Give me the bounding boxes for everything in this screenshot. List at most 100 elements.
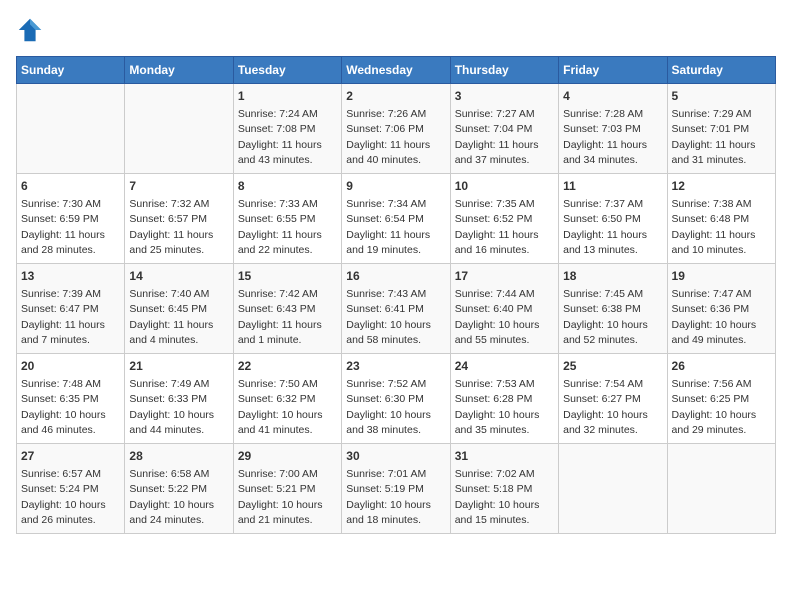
- calendar-cell: 5 Sunrise: 7:29 AMSunset: 7:01 PMDaylight…: [667, 84, 775, 174]
- cell-info: Sunrise: 7:40 AMSunset: 6:45 PMDaylight:…: [129, 288, 213, 346]
- day-number: 1: [238, 88, 337, 105]
- col-header-sunday: Sunday: [17, 57, 125, 84]
- cell-info: Sunrise: 7:39 AMSunset: 6:47 PMDaylight:…: [21, 288, 105, 346]
- calendar-cell: [667, 444, 775, 534]
- col-header-wednesday: Wednesday: [342, 57, 450, 84]
- day-number: 21: [129, 358, 228, 375]
- cell-info: Sunrise: 7:33 AMSunset: 6:55 PMDaylight:…: [238, 198, 322, 256]
- calendar-cell: 16 Sunrise: 7:43 AMSunset: 6:41 PMDayligh…: [342, 264, 450, 354]
- day-number: 16: [346, 268, 445, 285]
- cell-info: Sunrise: 7:56 AMSunset: 6:25 PMDaylight:…: [672, 378, 757, 436]
- day-number: 5: [672, 88, 771, 105]
- col-header-thursday: Thursday: [450, 57, 558, 84]
- calendar-cell: 28 Sunrise: 6:58 AMSunset: 5:22 PMDayligh…: [125, 444, 233, 534]
- calendar-cell: 21 Sunrise: 7:49 AMSunset: 6:33 PMDayligh…: [125, 354, 233, 444]
- cell-info: Sunrise: 7:34 AMSunset: 6:54 PMDaylight:…: [346, 198, 430, 256]
- calendar-cell: 6 Sunrise: 7:30 AMSunset: 6:59 PMDaylight…: [17, 174, 125, 264]
- cell-info: Sunrise: 7:38 AMSunset: 6:48 PMDaylight:…: [672, 198, 756, 256]
- day-number: 25: [563, 358, 662, 375]
- calendar-cell: 2 Sunrise: 7:26 AMSunset: 7:06 PMDaylight…: [342, 84, 450, 174]
- cell-info: Sunrise: 6:57 AMSunset: 5:24 PMDaylight:…: [21, 468, 106, 526]
- calendar-cell: 24Sunrise: 7:53 AMSunset: 6:28 PMDayligh…: [450, 354, 558, 444]
- cell-info: Sunrise: 7:37 AMSunset: 6:50 PMDaylight:…: [563, 198, 647, 256]
- cell-info: Sunrise: 7:48 AMSunset: 6:35 PMDaylight:…: [21, 378, 106, 436]
- day-number: 26: [672, 358, 771, 375]
- day-number: 29: [238, 448, 337, 465]
- day-number: 13: [21, 268, 120, 285]
- cell-info: Sunrise: 7:42 AMSunset: 6:43 PMDaylight:…: [238, 288, 322, 346]
- cell-info: Sunrise: 7:47 AMSunset: 6:36 PMDaylight:…: [672, 288, 757, 346]
- day-number: 2: [346, 88, 445, 105]
- day-number: 28: [129, 448, 228, 465]
- cell-info: Sunrise: 7:24 AMSunset: 7:08 PMDaylight:…: [238, 108, 322, 166]
- cell-info: Sunrise: 7:43 AMSunset: 6:41 PMDaylight:…: [346, 288, 431, 346]
- day-number: 10: [455, 178, 554, 195]
- calendar-cell: 11Sunrise: 7:37 AMSunset: 6:50 PMDayligh…: [559, 174, 667, 264]
- col-header-friday: Friday: [559, 57, 667, 84]
- calendar-cell: 19Sunrise: 7:47 AMSunset: 6:36 PMDayligh…: [667, 264, 775, 354]
- calendar-table: SundayMondayTuesdayWednesdayThursdayFrid…: [16, 56, 776, 534]
- calendar-cell: 8 Sunrise: 7:33 AMSunset: 6:55 PMDaylight…: [233, 174, 341, 264]
- col-header-tuesday: Tuesday: [233, 57, 341, 84]
- page-header: [16, 16, 776, 44]
- calendar-cell: 22 Sunrise: 7:50 AMSunset: 6:32 PMDayligh…: [233, 354, 341, 444]
- calendar-cell: 30 Sunrise: 7:01 AMSunset: 5:19 PMDayligh…: [342, 444, 450, 534]
- cell-info: Sunrise: 6:58 AMSunset: 5:22 PMDaylight:…: [129, 468, 214, 526]
- cell-info: Sunrise: 7:28 AMSunset: 7:03 PMDaylight:…: [563, 108, 647, 166]
- col-header-monday: Monday: [125, 57, 233, 84]
- day-number: 23: [346, 358, 445, 375]
- logo-icon: [16, 16, 44, 44]
- cell-info: Sunrise: 7:35 AMSunset: 6:52 PMDaylight:…: [455, 198, 539, 256]
- cell-info: Sunrise: 7:52 AMSunset: 6:30 PMDaylight:…: [346, 378, 431, 436]
- col-header-saturday: Saturday: [667, 57, 775, 84]
- cell-info: Sunrise: 7:29 AMSunset: 7:01 PMDaylight:…: [672, 108, 756, 166]
- calendar-cell: 7 Sunrise: 7:32 AMSunset: 6:57 PMDaylight…: [125, 174, 233, 264]
- cell-info: Sunrise: 7:01 AMSunset: 5:19 PMDaylight:…: [346, 468, 431, 526]
- cell-info: Sunrise: 7:27 AMSunset: 7:04 PMDaylight:…: [455, 108, 539, 166]
- calendar-cell: 9Sunrise: 7:34 AMSunset: 6:54 PMDaylight…: [342, 174, 450, 264]
- cell-info: Sunrise: 7:26 AMSunset: 7:06 PMDaylight:…: [346, 108, 430, 166]
- calendar-cell: 14 Sunrise: 7:40 AMSunset: 6:45 PMDayligh…: [125, 264, 233, 354]
- cell-info: Sunrise: 7:02 AMSunset: 5:18 PMDaylight:…: [455, 468, 540, 526]
- cell-info: Sunrise: 7:32 AMSunset: 6:57 PMDaylight:…: [129, 198, 213, 256]
- day-number: 12: [672, 178, 771, 195]
- day-number: 8: [238, 178, 337, 195]
- calendar-cell: 29 Sunrise: 7:00 AMSunset: 5:21 PMDayligh…: [233, 444, 341, 534]
- cell-info: Sunrise: 7:49 AMSunset: 6:33 PMDaylight:…: [129, 378, 214, 436]
- day-number: 17: [455, 268, 554, 285]
- cell-info: Sunrise: 7:00 AMSunset: 5:21 PMDaylight:…: [238, 468, 323, 526]
- day-number: 24: [455, 358, 554, 375]
- calendar-cell: 20 Sunrise: 7:48 AMSunset: 6:35 PMDayligh…: [17, 354, 125, 444]
- calendar-cell: 18Sunrise: 7:45 AMSunset: 6:38 PMDayligh…: [559, 264, 667, 354]
- calendar-cell: 31 Sunrise: 7:02 AMSunset: 5:18 PMDayligh…: [450, 444, 558, 534]
- day-number: 18: [563, 268, 662, 285]
- calendar-cell: [125, 84, 233, 174]
- calendar-cell: 25 Sunrise: 7:54 AMSunset: 6:27 PMDayligh…: [559, 354, 667, 444]
- day-number: 3: [455, 88, 554, 105]
- day-number: 31: [455, 448, 554, 465]
- day-number: 20: [21, 358, 120, 375]
- calendar-cell: [17, 84, 125, 174]
- calendar-cell: 1 Sunrise: 7:24 AMSunset: 7:08 PMDaylight…: [233, 84, 341, 174]
- cell-info: Sunrise: 7:54 AMSunset: 6:27 PMDaylight:…: [563, 378, 648, 436]
- calendar-cell: 23 Sunrise: 7:52 AMSunset: 6:30 PMDayligh…: [342, 354, 450, 444]
- day-number: 27: [21, 448, 120, 465]
- day-number: 6: [21, 178, 120, 195]
- calendar-cell: 4Sunrise: 7:28 AMSunset: 7:03 PMDaylight…: [559, 84, 667, 174]
- calendar-cell: 13 Sunrise: 7:39 AMSunset: 6:47 PMDayligh…: [17, 264, 125, 354]
- day-number: 7: [129, 178, 228, 195]
- cell-info: Sunrise: 7:50 AMSunset: 6:32 PMDaylight:…: [238, 378, 323, 436]
- day-number: 22: [238, 358, 337, 375]
- calendar-cell: 10 Sunrise: 7:35 AMSunset: 6:52 PMDayligh…: [450, 174, 558, 264]
- cell-info: Sunrise: 7:30 AMSunset: 6:59 PMDaylight:…: [21, 198, 105, 256]
- calendar-cell: 15 Sunrise: 7:42 AMSunset: 6:43 PMDayligh…: [233, 264, 341, 354]
- day-number: 30: [346, 448, 445, 465]
- day-number: 15: [238, 268, 337, 285]
- calendar-cell: 17 Sunrise: 7:44 AMSunset: 6:40 PMDayligh…: [450, 264, 558, 354]
- calendar-cell: 26 Sunrise: 7:56 AMSunset: 6:25 PMDayligh…: [667, 354, 775, 444]
- day-number: 14: [129, 268, 228, 285]
- logo: [16, 16, 48, 44]
- calendar-cell: 12 Sunrise: 7:38 AMSunset: 6:48 PMDayligh…: [667, 174, 775, 264]
- cell-info: Sunrise: 7:44 AMSunset: 6:40 PMDaylight:…: [455, 288, 540, 346]
- calendar-cell: [559, 444, 667, 534]
